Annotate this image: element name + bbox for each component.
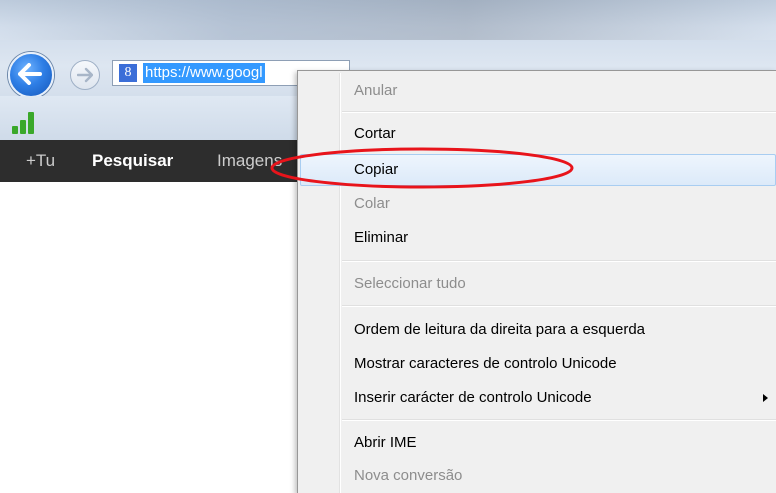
menu-item-seleccionar-tudo[interactable]: Seleccionar tudo	[300, 268, 776, 300]
menu-item-abrir-ime[interactable]: Abrir IME	[300, 427, 776, 459]
context-menu: Anular Cortar Copiar Colar Eliminar Sele…	[297, 70, 776, 493]
back-button[interactable]	[8, 52, 54, 98]
menu-item-nova-conversao[interactable]: Nova conversão	[300, 460, 776, 492]
gbar-item-plus-tu[interactable]: +Tu	[26, 140, 55, 182]
gbar-item-pesquisar[interactable]: Pesquisar	[92, 140, 173, 182]
menu-item-inserir-caracter[interactable]: Inserir carácter de controlo Unicode	[300, 382, 776, 414]
submenu-arrow-icon	[763, 394, 768, 402]
back-arrow-icon	[18, 63, 42, 85]
menu-separator	[342, 305, 776, 307]
menu-separator	[342, 419, 776, 421]
menu-item-colar[interactable]: Colar	[300, 188, 776, 220]
google-search-icon: 8	[119, 64, 137, 82]
menu-item-ordem-leitura[interactable]: Ordem de leitura da direita para a esque…	[300, 314, 776, 346]
menu-item-label: Inserir carácter de controlo Unicode	[354, 389, 592, 406]
menu-item-mostrar-caracteres[interactable]: Mostrar caracteres de controlo Unicode	[300, 348, 776, 380]
gbar-item-imagens[interactable]: Imagens	[217, 140, 282, 182]
menu-item-copiar[interactable]: Copiar	[300, 154, 776, 186]
menu-item-eliminar[interactable]: Eliminar	[300, 222, 776, 254]
menu-item-cortar[interactable]: Cortar	[300, 118, 776, 150]
url-text-selected[interactable]: https://www.googl	[143, 63, 265, 83]
menu-item-anular[interactable]: Anular	[300, 75, 776, 107]
title-bar-glass	[0, 0, 776, 40]
menu-separator	[342, 260, 776, 262]
forward-button[interactable]	[70, 60, 100, 90]
signal-bars-icon	[10, 108, 44, 134]
forward-arrow-icon	[77, 67, 93, 83]
menu-separator	[342, 111, 776, 113]
